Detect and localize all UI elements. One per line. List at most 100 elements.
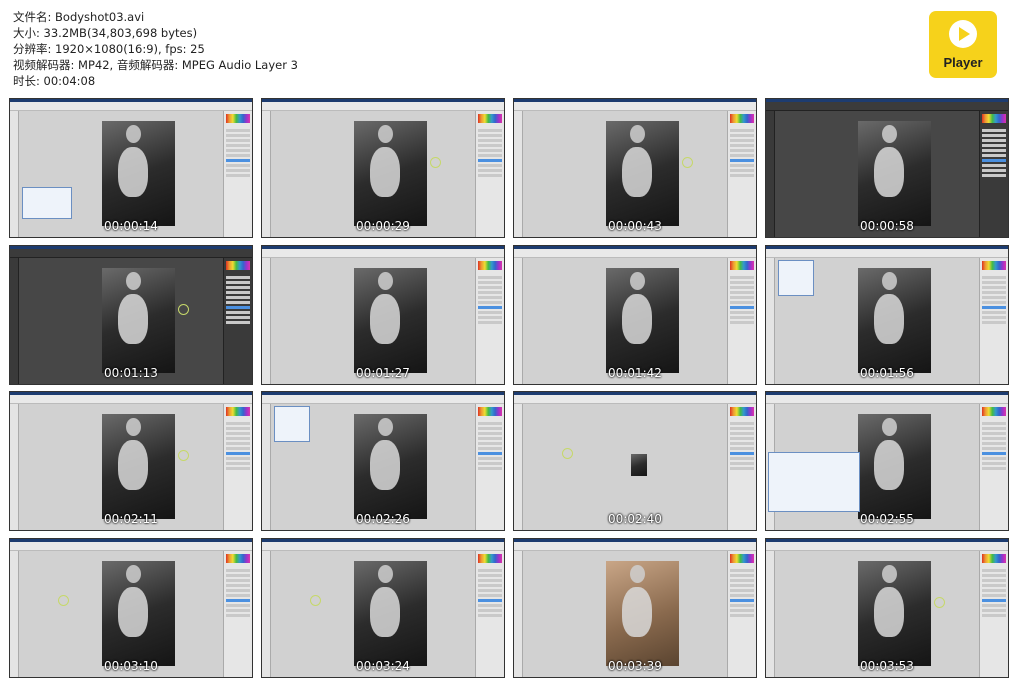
layer-row [982,301,1006,304]
layer-row [730,154,754,157]
layer-row [226,301,250,304]
layer-row [478,584,502,587]
video-thumbnail[interactable]: 00:00:14 [9,98,253,238]
layer-row [730,584,754,587]
layer-row [226,447,250,450]
player-logo-label: Player [943,55,983,70]
layer-row [730,467,754,470]
layer-row [730,306,754,309]
video-thumbnail[interactable]: 00:03:39 [513,538,757,678]
video-thumbnail[interactable]: 00:03:24 [261,538,505,678]
figure-torso [370,294,400,344]
portrait-photo [606,561,679,666]
layer-row [226,174,250,177]
layer-row [226,462,250,465]
video-thumbnail[interactable]: 00:01:27 [261,245,505,385]
color-swatches [226,114,250,123]
layer-row [982,569,1006,572]
layer-row [478,311,502,314]
layer-row [730,321,754,324]
layer-row [226,584,250,587]
app-menu-bar [514,102,756,111]
thumbnail-timestamp: 00:02:11 [104,512,158,526]
video-thumbnail[interactable]: 00:02:26 [261,391,505,531]
layer-row [730,174,754,177]
figure-torso [622,587,652,637]
layer-row [982,169,1006,172]
figure-torso [874,294,904,344]
portrait-photo [102,414,175,519]
video-thumbnail[interactable]: 00:02:40 [513,391,757,531]
app-menu-bar [262,249,504,258]
layer-row [478,579,502,582]
layer-row [730,301,754,304]
portrait-photo [858,268,931,373]
thumbnail-timestamp: 00:03:39 [608,659,662,673]
layer-row [226,134,250,137]
video-thumbnail[interactable]: 00:03:53 [765,538,1009,678]
layer-row [730,609,754,612]
portrait-photo [858,121,931,226]
layer-row [730,149,754,152]
brush-cursor-ring [430,157,441,168]
play-icon [949,20,977,48]
figure-torso [118,294,148,344]
layer-row [478,139,502,142]
video-thumbnail[interactable]: 00:02:55 [765,391,1009,531]
color-swatches [730,554,754,563]
layer-row [982,296,1006,299]
video-thumbnail[interactable]: 00:03:10 [9,538,253,678]
layer-row [478,291,502,294]
video-thumbnail[interactable]: 00:00:58 [765,98,1009,238]
layer-row [226,154,250,157]
layer-row [478,422,502,425]
layer-row [478,276,502,279]
thumbnail-timestamp: 00:00:14 [104,219,158,233]
layer-row [226,452,250,455]
layer-row [226,604,250,607]
layer-row [226,164,250,167]
video-thumbnail[interactable]: 00:01:56 [765,245,1009,385]
portrait-photo [102,268,175,373]
layer-row [982,584,1006,587]
layer-row [982,159,1006,162]
layer-row [226,321,250,324]
thumbnail-grid: 00:00:14 00:00:29 00:00:43 00:00:58 00:01:13… [9,98,1009,679]
figure-head [126,125,141,143]
layer-row [982,579,1006,582]
layer-row [982,144,1006,147]
video-thumbnail[interactable]: 00:01:42 [513,245,757,385]
layer-row [730,437,754,440]
brush-cursor-ring [934,597,945,608]
layer-row [478,437,502,440]
app-menu-bar [766,102,1008,111]
layer-row [730,139,754,142]
layer-row [730,296,754,299]
layer-row [730,144,754,147]
layer-row [982,604,1006,607]
layer-row [226,144,250,147]
portrait-photo [858,561,931,666]
figure-head [378,418,393,436]
layer-row [226,296,250,299]
app-menu-bar [262,102,504,111]
portrait-photo [354,414,427,519]
layer-row [478,169,502,172]
color-swatches [730,407,754,416]
layer-row [478,432,502,435]
video-thumbnail[interactable]: 00:00:43 [513,98,757,238]
video-resolution: 分辨率: 1920×1080(16:9), fps: 25 [13,42,205,56]
layer-row [982,422,1006,425]
figure-torso [370,587,400,637]
app-menu-bar [766,542,1008,551]
video-thumbnail[interactable]: 00:01:13 [9,245,253,385]
video-thumbnail[interactable]: 00:00:29 [261,98,505,238]
color-swatches [478,114,502,123]
figure-head [882,565,897,583]
color-swatches [982,114,1006,123]
video-thumbnail[interactable]: 00:02:11 [9,391,253,531]
thumbnail-timestamp: 00:02:26 [356,512,410,526]
context-menu [274,406,310,442]
duration: 时长: 00:04:08 [13,74,96,88]
layer-row [226,457,250,460]
